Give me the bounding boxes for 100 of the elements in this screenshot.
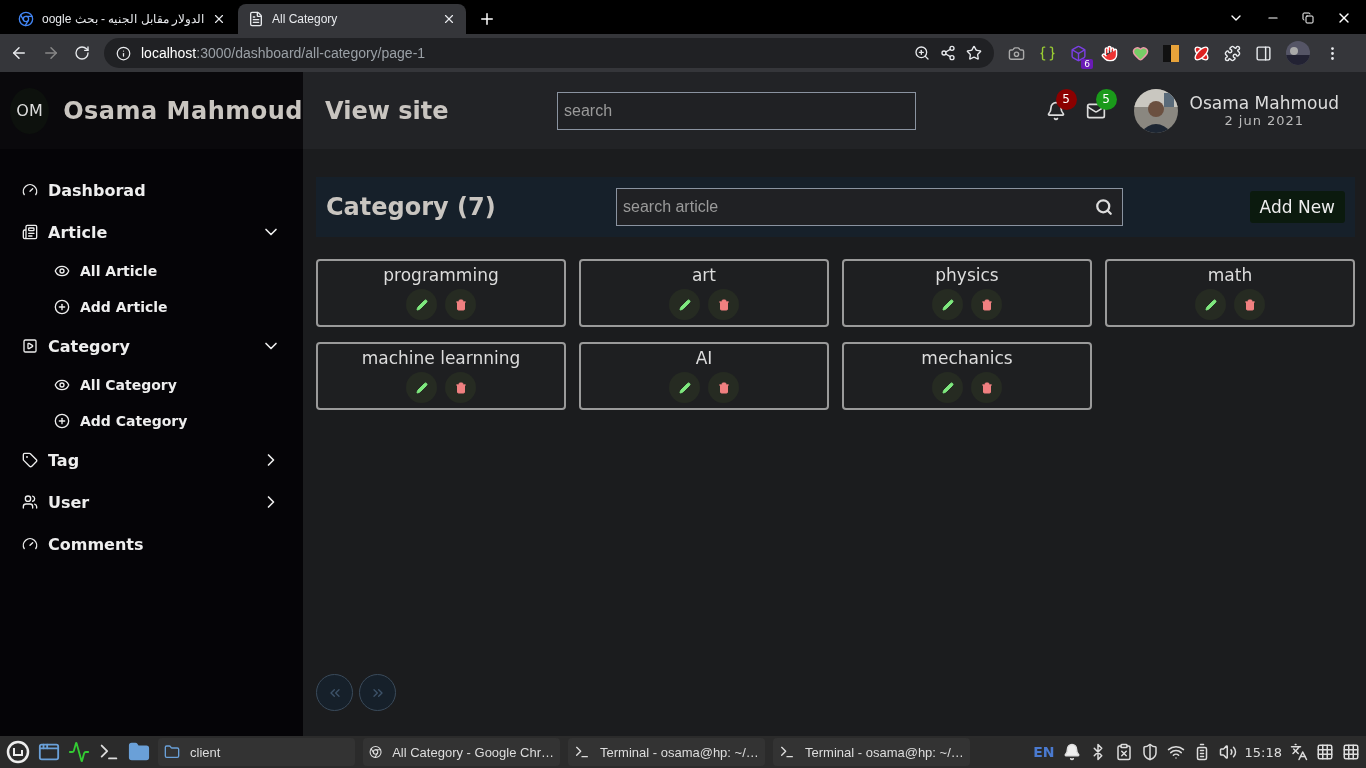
puzzle-icon[interactable]	[1224, 44, 1241, 62]
sidebar-subitem[interactable]: Add Article	[22, 289, 303, 325]
atom-icon[interactable]	[1193, 44, 1210, 62]
input-method-icon[interactable]	[1290, 743, 1308, 761]
camera-icon[interactable]	[1008, 44, 1025, 62]
side-panel-icon[interactable]	[1255, 44, 1272, 62]
notification-count: 5	[1055, 88, 1077, 110]
back-icon[interactable]	[10, 44, 28, 62]
edit-button[interactable]	[932, 289, 963, 320]
sidebar-subitem[interactable]: All Article	[22, 253, 303, 289]
new-tab-icon[interactable]	[478, 10, 496, 28]
taskbar-window[interactable]: All Category - Google Chr…	[363, 738, 560, 766]
terminal-icon	[779, 744, 795, 760]
sidebar-item[interactable]: Category	[22, 325, 303, 367]
braces-icon[interactable]	[1039, 44, 1056, 62]
taskbar-window[interactable]: Terminal - osama@hp: ~/…	[568, 738, 765, 766]
search-icon[interactable]	[1095, 198, 1113, 216]
pencil-icon	[678, 298, 691, 311]
plus-circle-icon	[54, 413, 70, 429]
clipboard-icon[interactable]	[1114, 743, 1133, 761]
address-bar[interactable]: localhost:3000/dashboard/all-category/page-1	[104, 38, 994, 68]
shield-icon[interactable]	[1140, 743, 1159, 761]
folder-icon	[164, 744, 180, 760]
trash-icon	[980, 381, 993, 394]
trash-icon	[454, 381, 467, 394]
delete-button[interactable]	[708, 289, 739, 320]
trash-icon	[717, 298, 730, 311]
reload-icon[interactable]	[74, 45, 90, 61]
forward-icon[interactable]	[42, 44, 60, 62]
taskbar-window[interactable]: client	[158, 738, 355, 766]
lighthouse-icon[interactable]	[1163, 44, 1179, 62]
delete-button[interactable]	[971, 289, 1002, 320]
page-icon	[248, 11, 264, 27]
info-icon[interactable]	[116, 45, 131, 61]
search-field[interactable]: search	[557, 91, 916, 130]
category-name: physics	[935, 265, 999, 285]
edit-button[interactable]	[406, 372, 437, 403]
taskbar-window[interactable]: Terminal - osama@hp: ~/…	[773, 738, 970, 766]
sidebar-subitem[interactable]: Add Category	[22, 403, 303, 439]
menu-item-icon	[22, 338, 38, 354]
category-name: math	[1207, 265, 1253, 285]
extension-badge: 6	[1081, 58, 1093, 69]
edit-button[interactable]	[669, 289, 700, 320]
sidebar-item[interactable]: Tag	[22, 439, 303, 481]
delete-button[interactable]	[971, 372, 1002, 403]
message-count: 5	[1095, 88, 1117, 110]
menu-item-icon	[22, 494, 38, 510]
clock[interactable]: 15:18	[1244, 744, 1282, 760]
trash-icon	[717, 381, 730, 394]
sidebar-item[interactable]: Comments	[22, 523, 303, 565]
star-icon[interactable]	[966, 45, 982, 61]
hand-icon[interactable]	[1101, 44, 1118, 62]
restore-icon[interactable]	[1302, 12, 1314, 24]
wifi-icon[interactable]	[1166, 743, 1185, 761]
edit-button[interactable]	[932, 372, 963, 403]
eye-icon	[54, 377, 70, 393]
pencil-icon	[415, 381, 428, 394]
grid-icon[interactable]	[1342, 743, 1360, 761]
volume-icon[interactable]	[1218, 743, 1237, 761]
view-site-link[interactable]: View site	[325, 96, 557, 125]
zoom-icon[interactable]	[914, 45, 930, 61]
edit-button[interactable]	[669, 372, 700, 403]
pencil-icon	[678, 381, 691, 394]
share-icon[interactable]	[940, 45, 956, 61]
sidebar-subitem[interactable]: All Category	[22, 367, 303, 403]
window-icon[interactable]	[38, 741, 60, 763]
delete-button[interactable]	[1234, 289, 1265, 320]
browser-icon	[369, 744, 383, 760]
menu-item-icon	[22, 182, 38, 198]
category-name: mechanics	[921, 348, 1013, 368]
trash-icon	[1243, 298, 1256, 311]
sidebar-item[interactable]: Dashborad	[22, 169, 303, 211]
pencil-icon	[415, 298, 428, 311]
sidebar-item[interactable]: User	[22, 481, 303, 523]
grid-icon[interactable]	[1316, 743, 1334, 761]
trash-icon	[980, 298, 993, 311]
activity-monitor-icon[interactable]	[68, 741, 90, 763]
menu-item-icon	[22, 452, 38, 468]
edit-button[interactable]	[1195, 289, 1226, 320]
category-name: machine learnning	[361, 348, 521, 368]
brand-name: Osama Mahmoud	[63, 96, 303, 125]
terminal-icon	[574, 744, 590, 760]
pencil-icon	[941, 381, 954, 394]
heart-icon[interactable]	[1132, 44, 1149, 62]
browser-tab[interactable]: All Category	[238, 4, 466, 34]
search-article-field[interactable]: search article	[616, 188, 1123, 226]
user-name: Osama Mahmoud	[1189, 93, 1339, 113]
menu-logo-icon[interactable]	[6, 740, 30, 764]
bell-icon[interactable]	[1062, 743, 1081, 761]
category-name: programming	[383, 265, 499, 285]
edit-button[interactable]	[406, 289, 437, 320]
sidebar-item[interactable]: Article	[22, 211, 303, 253]
delete-button[interactable]	[708, 372, 739, 403]
close-icon[interactable]	[442, 12, 456, 26]
close-icon[interactable]	[212, 12, 226, 26]
add-new-button[interactable]: Add New	[1249, 191, 1345, 223]
folder-icon[interactable]	[128, 741, 150, 763]
delete-button[interactable]	[445, 289, 476, 320]
delete-button[interactable]	[445, 372, 476, 403]
user-date: 2 jun 2021	[1223, 113, 1306, 128]
